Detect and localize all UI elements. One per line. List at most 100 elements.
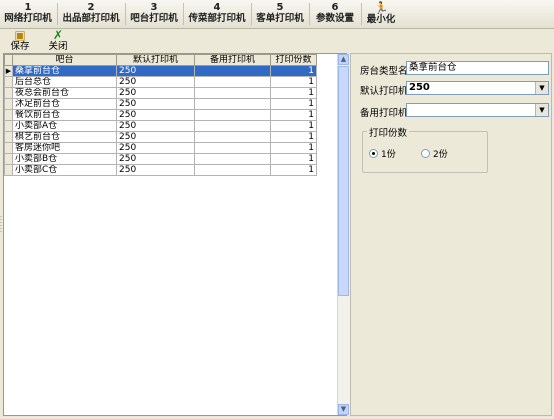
cell-bar[interactable]: 桑拿前台仓 [12,65,117,77]
scroll-down-icon[interactable]: ▼ [338,404,349,415]
cell-copies[interactable]: 1 [270,131,317,143]
table-row[interactable]: 夜总会前台仓 250 1 [4,87,317,99]
chevron-down-icon[interactable]: ▼ [535,104,548,116]
cell-copies[interactable]: 1 [270,142,317,154]
backup-printer-label: 备用打印机 [360,108,408,119]
column-header-backup-printer[interactable]: 备用打印机 [194,54,271,66]
tab-kitchen-printer[interactable]: 2 出品部打印机 [61,2,121,26]
table-row[interactable]: 小卖部C仓 250 1 [4,164,317,176]
copies-option-2[interactable]: 2份 [421,149,448,160]
cell-bar[interactable]: 餐饮前台仓 [12,109,117,121]
default-printer-select[interactable]: 250 ▼ [406,81,549,95]
cell-default-printer[interactable]: 250 [116,153,195,165]
cell-backup-printer[interactable] [194,164,271,176]
scroll-up-icon[interactable]: ▲ [338,54,349,65]
column-header-default-printer[interactable]: 默认打印机 [116,54,195,66]
table-row[interactable]: 后台总仓 250 1 [4,76,317,88]
table-row[interactable]: 小卖部B仓 250 1 [4,153,317,165]
cell-bar[interactable]: 夜总会前台仓 [12,87,117,99]
copies-option-label: 2份 [433,150,448,160]
table-row[interactable]: 小卖部A仓 250 1 [4,120,317,132]
tab-serving-printer[interactable]: 4 传菜部打印机 [187,2,247,26]
cell-backup-printer[interactable] [194,65,271,77]
row-indicator [4,98,13,110]
cell-copies[interactable]: 1 [270,120,317,132]
type-name-field[interactable]: 桑拿前台仓 [406,61,549,75]
grid-viewport: 吧台 默认打印机 备用打印机 打印份数 ▶ 桑拿前台仓 250 1 后台总仓 2… [4,54,334,415]
tab-bar-printer[interactable]: 3 吧台打印机 [129,2,179,26]
table-row[interactable]: 棋艺前台仓 250 1 [4,131,317,143]
cell-copies[interactable]: 1 [270,98,317,110]
cell-default-printer[interactable]: 250 [116,98,195,110]
cell-backup-printer[interactable] [194,98,271,110]
cell-default-printer[interactable]: 250 [116,120,195,132]
tab-divider [309,3,310,25]
cell-copies[interactable]: 1 [270,65,317,77]
splitter-grip-icon[interactable]: · · · · · · [0,215,3,236]
scrollbar-thumb[interactable] [338,66,349,296]
cell-default-printer[interactable]: 250 [116,142,195,154]
cell-default-printer[interactable]: 250 [116,109,195,121]
cell-default-printer[interactable]: 250 [116,164,195,176]
cell-copies[interactable]: 1 [270,109,317,121]
tab-divider [125,3,126,25]
tab-divider [251,3,252,25]
radio-selected-icon [369,149,378,158]
table-row[interactable]: 餐饮前台仓 250 1 [4,109,317,121]
cell-default-printer[interactable]: 250 [116,131,195,143]
cell-backup-printer[interactable] [194,76,271,88]
cell-copies[interactable]: 1 [270,153,317,165]
column-header-bar[interactable]: 吧台 [12,54,117,66]
copies-group: 打印份数 1份 2份 [362,125,488,173]
cell-bar[interactable]: 小卖部B仓 [12,153,117,165]
default-printer-label: 默认打印机 [360,86,408,97]
tab-receipt-printer[interactable]: 5 客单打印机 [255,2,305,26]
row-indicator [4,164,13,176]
row-indicator [4,109,13,121]
copies-option-label: 1份 [381,150,396,160]
column-header-copies[interactable]: 打印份数 [270,54,317,66]
cell-backup-printer[interactable] [194,120,271,132]
cell-default-printer[interactable]: 250 [116,87,195,99]
grid-vertical-scrollbar[interactable]: ▲ ▼ [337,54,350,415]
toolbar: ▣ 保存 ✗ 关闭 [0,29,554,53]
cell-default-printer[interactable]: 250 [116,76,195,88]
cell-backup-printer[interactable] [194,109,271,121]
floppy-disk-icon: ▣ [14,28,26,42]
cell-bar[interactable]: 小卖部C仓 [12,164,117,176]
cell-copies[interactable]: 1 [270,76,317,88]
row-indicator [4,120,13,132]
cell-bar[interactable]: 小卖部A仓 [12,120,117,132]
grid-table: 吧台 默认打印机 备用打印机 打印份数 ▶ 桑拿前台仓 250 1 后台总仓 2… [4,54,317,176]
cell-bar[interactable]: 后台总仓 [12,76,117,88]
copies-option-1[interactable]: 1份 [369,149,396,160]
backup-printer-select[interactable]: ▼ [406,103,549,117]
cell-copies[interactable]: 1 [270,164,317,176]
save-label: 保存 [10,41,30,52]
cell-copies[interactable]: 1 [270,87,317,99]
save-button[interactable]: ▣ 保存 [8,29,32,52]
table-row[interactable]: ▶ 桑拿前台仓 250 1 [4,65,317,77]
close-button[interactable]: ✗ 关闭 [46,29,70,52]
row-indicator [4,76,13,88]
cell-bar[interactable]: 客房迷你吧 [12,142,117,154]
bar-printer-grid: 吧台 默认打印机 备用打印机 打印份数 ▶ 桑拿前台仓 250 1 后台总仓 2… [3,53,350,416]
cell-backup-printer[interactable] [194,142,271,154]
table-row[interactable]: 沐足前台仓 250 1 [4,98,317,110]
close-label: 关闭 [48,41,68,52]
cell-bar[interactable]: 棋艺前台仓 [12,131,117,143]
copies-group-label: 打印份数 [367,125,410,139]
tab-network-printer[interactable]: 1 网络打印机 [4,2,52,26]
cell-backup-printer[interactable] [194,87,271,99]
cell-backup-printer[interactable] [194,131,271,143]
tab-settings[interactable]: 6 参数设置 [313,2,357,26]
chevron-down-icon[interactable]: ▼ [535,82,548,94]
detail-panel: 房台类型名 桑拿前台仓 默认打印机 250 ▼ 备用打印机 ▼ 打印份数 1份 … [350,53,552,416]
table-row[interactable]: 客房迷你吧 250 1 [4,142,317,154]
cell-backup-printer[interactable] [194,153,271,165]
top-tab-bar: 1 网络打印机 2 出品部打印机 3 吧台打印机 4 传菜部打印机 5 客单打印… [0,0,554,29]
minimize-button[interactable]: 🏃 最小化 [365,2,397,26]
cell-bar[interactable]: 沐足前台仓 [12,98,117,110]
cell-default-printer[interactable]: 250 [116,65,195,77]
tab-divider [361,3,362,25]
